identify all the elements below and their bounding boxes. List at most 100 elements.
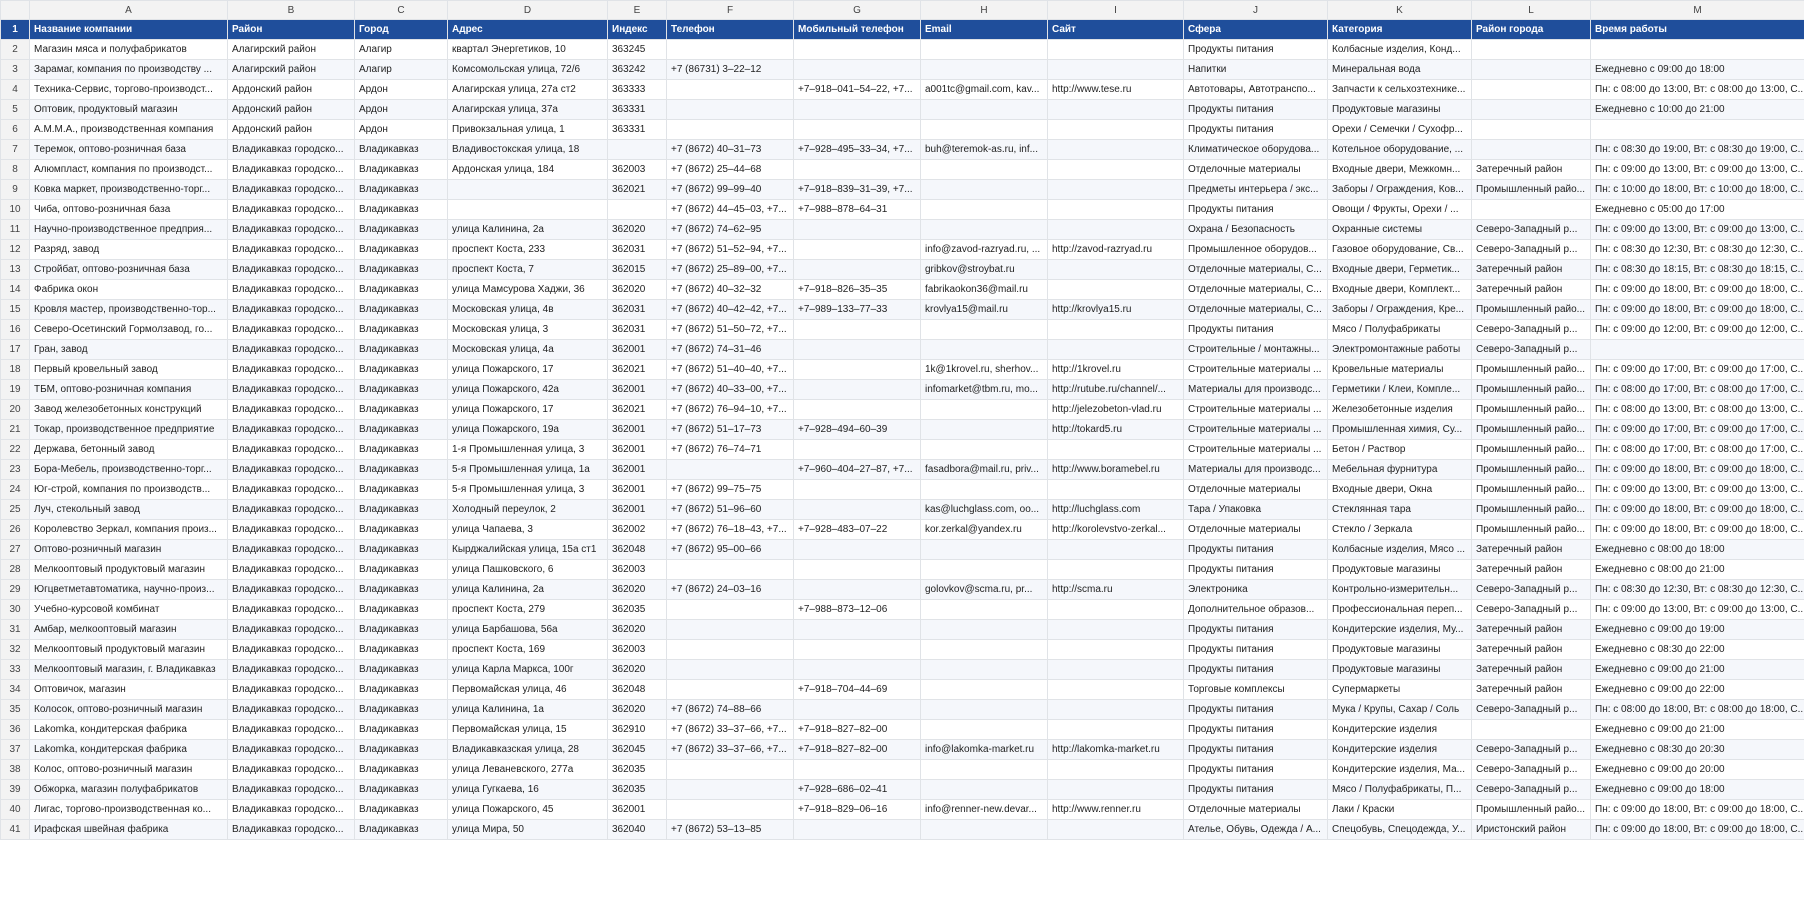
district-cell[interactable]: Владикавказ городско... [227, 719, 355, 740]
postcode-cell[interactable]: 362021 [607, 179, 667, 200]
address-cell[interactable]: улица Пожарского, 17 [447, 359, 608, 380]
city-district-cell[interactable]: Промышленный райо... [1471, 419, 1591, 440]
district-cell[interactable]: Владикавказ городско... [227, 439, 355, 460]
city-district-cell[interactable]: Промышленный райо... [1471, 799, 1591, 820]
sphere-cell[interactable]: Продукты питания [1183, 119, 1328, 140]
row-number[interactable]: 32 [0, 639, 30, 660]
city-cell[interactable]: Ардон [354, 79, 448, 100]
company-name-cell[interactable]: Мелкооптовый магазин, г. Владикавказ [29, 659, 228, 680]
postcode-cell[interactable]: 362020 [607, 659, 667, 680]
header-cell[interactable]: Мобильный телефон [793, 19, 921, 40]
address-cell[interactable]: Владикавказская улица, 28 [447, 739, 608, 760]
city-district-cell[interactable]: Северо-Западный р... [1471, 339, 1591, 360]
mobile-phone-cell[interactable] [793, 159, 921, 180]
phone-cell[interactable]: +7 (8672) 40–32–32 [666, 279, 794, 300]
sphere-cell[interactable]: Строительные материалы ... [1183, 359, 1328, 380]
phone-cell[interactable] [666, 779, 794, 800]
email-cell[interactable] [920, 779, 1048, 800]
company-name-cell[interactable]: Lakomka, кондитерская фабрика [29, 739, 228, 760]
category-cell[interactable]: Электромонтажные работы [1327, 339, 1472, 360]
city-district-cell[interactable]: Северо-Западный р... [1471, 759, 1591, 780]
header-cell[interactable]: Email [920, 19, 1048, 40]
mobile-phone-cell[interactable]: +7–918–829–06–16 [793, 799, 921, 820]
sphere-cell[interactable]: Торговые комплексы [1183, 679, 1328, 700]
email-cell[interactable] [920, 759, 1048, 780]
working-hours-cell[interactable]: Ежедневно с 08:00 до 21:00 [1590, 559, 1804, 580]
phone-cell[interactable]: +7 (8672) 99–99–40 [666, 179, 794, 200]
row-number[interactable]: 38 [0, 759, 30, 780]
postcode-cell[interactable]: 363331 [607, 119, 667, 140]
sphere-cell[interactable]: Автотовары, Автотранспо... [1183, 79, 1328, 100]
address-cell[interactable]: Ардонская улица, 184 [447, 159, 608, 180]
working-hours-cell[interactable]: Пн: с 09:00 до 18:00, Вт: с 09:00 до 18:… [1590, 799, 1804, 820]
city-cell[interactable]: Владикавказ [354, 639, 448, 660]
email-cell[interactable] [920, 179, 1048, 200]
sphere-cell[interactable]: Продукты питания [1183, 719, 1328, 740]
district-cell[interactable]: Владикавказ городско... [227, 419, 355, 440]
row-number[interactable]: 16 [0, 319, 30, 340]
sphere-cell[interactable]: Отделочные материалы [1183, 159, 1328, 180]
postcode-cell[interactable]: 363331 [607, 99, 667, 120]
mobile-phone-cell[interactable] [793, 59, 921, 80]
mobile-phone-cell[interactable] [793, 239, 921, 260]
phone-cell[interactable]: +7 (8672) 51–52–94, +7... [666, 239, 794, 260]
postcode-cell[interactable]: 362015 [607, 259, 667, 280]
sphere-cell[interactable]: Отделочные материалы, С... [1183, 259, 1328, 280]
phone-cell[interactable]: +7 (8672) 76–94–10, +7... [666, 399, 794, 420]
city-district-cell[interactable] [1471, 79, 1591, 100]
district-cell[interactable]: Владикавказ городско... [227, 139, 355, 160]
district-cell[interactable]: Ардонский район [227, 119, 355, 140]
city-cell[interactable]: Владикавказ [354, 739, 448, 760]
sphere-cell[interactable]: Продукты питания [1183, 659, 1328, 680]
district-cell[interactable]: Владикавказ городско... [227, 459, 355, 480]
mobile-phone-cell[interactable] [793, 219, 921, 240]
row-number[interactable]: 28 [0, 559, 30, 580]
row-number[interactable]: 27 [0, 539, 30, 560]
category-cell[interactable]: Продуктовые магазины [1327, 559, 1472, 580]
email-cell[interactable]: buh@teremok-as.ru, inf... [920, 139, 1048, 160]
working-hours-cell[interactable]: Пн: с 09:00 до 12:00, Вт: с 09:00 до 12:… [1590, 319, 1804, 340]
category-cell[interactable]: Спецобувь, Спецодежда, У... [1327, 819, 1472, 840]
mobile-phone-cell[interactable] [793, 119, 921, 140]
email-cell[interactable] [920, 559, 1048, 580]
city-cell[interactable]: Владикавказ [354, 439, 448, 460]
address-cell[interactable]: проспект Коста, 279 [447, 599, 608, 620]
working-hours-cell[interactable]: Пн: с 09:00 до 18:00, Вт: с 09:00 до 18:… [1590, 499, 1804, 520]
postcode-cell[interactable]: 362020 [607, 699, 667, 720]
email-cell[interactable]: info@renner-new.devar... [920, 799, 1048, 820]
header-cell[interactable]: Телефон [666, 19, 794, 40]
city-cell[interactable]: Владикавказ [354, 459, 448, 480]
company-name-cell[interactable]: Ковка маркет, производственно-торг... [29, 179, 228, 200]
website-cell[interactable] [1047, 559, 1184, 580]
postcode-cell[interactable] [607, 139, 667, 160]
phone-cell[interactable]: +7 (8672) 25–89–00, +7... [666, 259, 794, 280]
phone-cell[interactable] [666, 39, 794, 60]
category-cell[interactable]: Кондитерские изделия, Му... [1327, 619, 1472, 640]
mobile-phone-cell[interactable]: +7–918–839–31–39, +7... [793, 179, 921, 200]
website-cell[interactable]: http://www.tese.ru [1047, 79, 1184, 100]
postcode-cell[interactable]: 362040 [607, 819, 667, 840]
working-hours-cell[interactable]: Ежедневно с 05:00 до 17:00 [1590, 199, 1804, 220]
column-header[interactable]: E [607, 0, 667, 20]
website-cell[interactable] [1047, 219, 1184, 240]
row-number[interactable]: 5 [0, 99, 30, 120]
city-cell[interactable]: Владикавказ [354, 719, 448, 740]
working-hours-cell[interactable]: Ежедневно с 08:00 до 18:00 [1590, 539, 1804, 560]
email-cell[interactable]: fabrikaokon36@mail.ru [920, 279, 1048, 300]
postcode-cell[interactable]: 362020 [607, 579, 667, 600]
city-district-cell[interactable]: Северо-Западный р... [1471, 319, 1591, 340]
sphere-cell[interactable]: Продукты питания [1183, 39, 1328, 60]
email-cell[interactable]: info@zavod-razryad.ru, ... [920, 239, 1048, 260]
city-cell[interactable]: Владикавказ [354, 319, 448, 340]
address-cell[interactable]: улица Калинина, 2а [447, 579, 608, 600]
email-cell[interactable] [920, 819, 1048, 840]
sphere-cell[interactable]: Ателье, Обувь, Одежда / А... [1183, 819, 1328, 840]
address-cell[interactable] [447, 199, 608, 220]
company-name-cell[interactable]: Мелкооптовый продуктовый магазин [29, 639, 228, 660]
address-cell[interactable]: Владивостокская улица, 18 [447, 139, 608, 160]
district-cell[interactable]: Владикавказ городско... [227, 499, 355, 520]
website-cell[interactable] [1047, 179, 1184, 200]
city-cell[interactable]: Алагир [354, 39, 448, 60]
email-cell[interactable] [920, 479, 1048, 500]
company-name-cell[interactable]: Обжорка, магазин полуфабрикатов [29, 779, 228, 800]
